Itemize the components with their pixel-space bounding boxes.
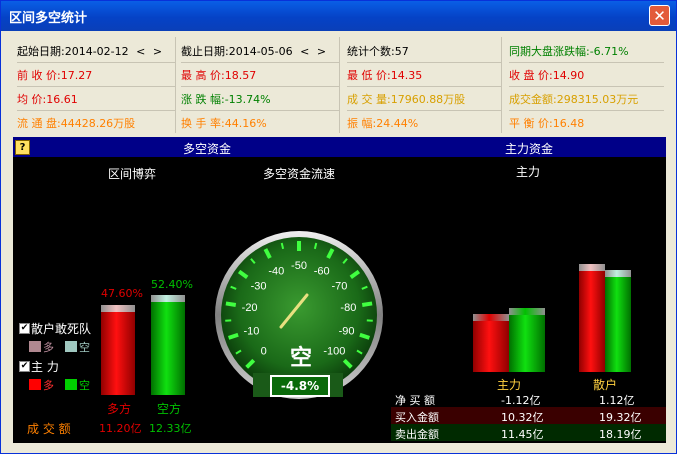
capital-panel: ? 多空资金 主力资金 区间博弈 多空资金流速 主力 47.60% 52.40%… (13, 137, 666, 443)
sub-title-main: 主力 (516, 165, 541, 179)
gauge-center-text: 空 (290, 346, 313, 371)
net-buy-main: -1.12亿 (501, 394, 541, 407)
stats-grid: 起始日期:2014-02-12 < > 截止日期:2014-05-06 < > … (13, 37, 664, 133)
market-change: 同期大盘涨跌幅:-6.71% (509, 40, 664, 63)
close-price: 收 盘 价:14.90 (509, 64, 664, 87)
net-buy-label: 净 买 额 (395, 394, 435, 407)
retail-bull-label: 多 (43, 341, 54, 354)
main-bear-swatch (65, 379, 77, 390)
start-date-next-button[interactable]: > (153, 45, 162, 58)
prev-close: 前 收 价:17.27 (17, 64, 175, 87)
retail-legend-title: 散户敢死队 (31, 322, 92, 336)
main-bull-swatch (29, 379, 41, 390)
bullBar-cap (101, 304, 135, 312)
window-title: 区间多空统计 (9, 11, 88, 26)
end-date-field: 截止日期:2014-05-06 < > (181, 40, 339, 63)
turnover-amount: 成交金额:298315.03万元 (509, 88, 664, 111)
gauge-tick-label: -100 (323, 345, 345, 357)
low-price: 最 低 价:14.35 (347, 64, 501, 87)
bear-pct-label: 52.40% (151, 278, 193, 291)
bear-side-label: 空方 (157, 402, 182, 416)
retail-buy-bar (579, 263, 605, 372)
mainBuy-cap (473, 314, 509, 322)
gauge-tick-label: -60 (314, 265, 330, 277)
bear-amount: 12.33亿 (149, 422, 192, 435)
mainSell-cap (509, 307, 545, 315)
balance-price: 平 衡 价:16.48 (509, 117, 585, 130)
retail-sell-bar (605, 270, 631, 372)
main-sell-bar (509, 307, 545, 372)
grid-divider (175, 37, 176, 133)
volume: 成 交 量:17960.88万股 (347, 88, 501, 111)
retailSell-cap (605, 270, 631, 278)
bull-pct-label: 47.60% (101, 287, 143, 300)
start-date-prev-button[interactable]: < (136, 45, 145, 58)
gauge-tick-label: -80 (340, 302, 356, 314)
sub-title-flow: 多空资金流速 (263, 167, 336, 181)
bull-amount: 11.20亿 (99, 422, 142, 435)
amplitude: 振 幅:24.44% (347, 117, 419, 130)
gauge-tick-label: -30 (251, 281, 267, 293)
gauge-tick (225, 301, 237, 307)
retail-bear-label: 空 (79, 341, 90, 354)
main-legend-title: 主 力 (31, 360, 59, 374)
end-date-prev-button[interactable]: < (300, 45, 309, 58)
retail-bull-swatch (29, 341, 41, 352)
buy-amount-main: 10.32亿 (501, 411, 544, 424)
gauge-tick-label: -20 (242, 302, 258, 314)
high-price: 最 高 价:18.57 (181, 64, 339, 87)
change-pct: 涨 跌 幅:-13.74% (181, 88, 339, 111)
sell-amount-row: 卖出金额 11.45亿 18.19亿 (391, 424, 666, 441)
panel-header: ? 多空资金 主力资金 (13, 137, 666, 157)
end-date: 截止日期:2014-05-06 (181, 45, 293, 58)
grid-divider (501, 37, 502, 133)
turnover-label: 成 交 额 (27, 422, 71, 436)
bull-side-label: 多方 (107, 402, 132, 416)
gauge-tick-label: -40 (268, 265, 284, 277)
gauge-tick-label: -50 (291, 260, 307, 272)
sub-title-game: 区间博弈 (108, 167, 157, 181)
turnover-rate: 换 手 率:44.16% (181, 117, 267, 130)
float-shares: 流 通 盘:44428.26万股 (17, 117, 136, 130)
gauge-readout: -4.8% (270, 375, 330, 397)
gauge-tick-label: -90 (339, 325, 355, 337)
sell-amount-label: 卖出金额 (395, 428, 439, 441)
close-icon: ✕ (653, 7, 666, 25)
header-bull-bear: 多空资金 (183, 142, 232, 156)
gauge-tick (361, 301, 373, 307)
window: 区间多空统计 ✕ 起始日期:2014-02-12 < > 截止日期:2014-0… (0, 0, 677, 454)
gauge-tick (280, 242, 285, 250)
buy-amount-row: 买入金额 10.32亿 19.32亿 (391, 407, 666, 424)
main-checkbox[interactable]: ✔ (19, 361, 30, 372)
gauge-tick-label: -10 (243, 325, 259, 337)
retail-checkbox[interactable]: ✔ (19, 323, 30, 334)
retailBuy-cap (579, 263, 605, 271)
start-date-field: 起始日期:2014-02-12 < > (17, 40, 175, 63)
retail-bear-swatch (65, 341, 77, 352)
sell-amount-retail: 18.19亿 (599, 428, 642, 441)
stat-count: 统计个数:57 (347, 40, 501, 63)
main-buy-bar (473, 314, 509, 372)
close-button[interactable]: ✕ (649, 5, 670, 26)
gauge-tick-label: 0 (261, 345, 267, 357)
sell-amount-main: 11.45亿 (501, 428, 544, 441)
bull-bar (101, 304, 135, 395)
main-bull-label: 多 (43, 379, 54, 392)
avg-price: 均 价:16.61 (17, 88, 175, 111)
net-buy-row: 净 买 额 -1.12亿 1.12亿 (391, 390, 666, 407)
title-bar[interactable]: 区间多空统计 ✕ (1, 1, 676, 31)
bear-bar (151, 295, 185, 395)
start-date: 起始日期:2014-02-12 (17, 45, 129, 58)
end-date-next-button[interactable]: > (317, 45, 326, 58)
gauge-tick (313, 242, 318, 250)
buy-amount-label: 买入金额 (395, 411, 439, 424)
bearBar-cap (151, 295, 185, 303)
header-main-capital: 主力资金 (505, 142, 554, 156)
buy-amount-retail: 19.32亿 (599, 411, 642, 424)
net-buy-retail: 1.12亿 (599, 394, 635, 407)
help-icon[interactable]: ? (15, 140, 30, 155)
grid-divider (339, 37, 340, 133)
gauge-tick-label: -70 (331, 281, 347, 293)
main-bear-label: 空 (79, 379, 90, 392)
